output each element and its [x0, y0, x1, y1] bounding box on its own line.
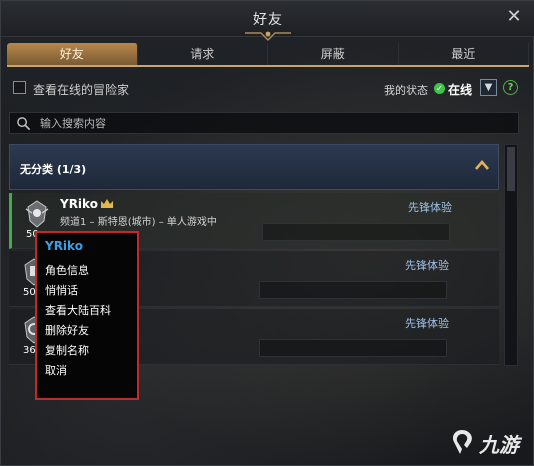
tab-requests[interactable]: 请求 — [138, 43, 268, 65]
friend-note-field[interactable] — [259, 281, 447, 299]
friend-context-menu: YRiko 角色信息 悄悄话 查看大陆百科 删除好友 复制名称 取消 — [35, 231, 139, 400]
friend-location: 频道1 – 斯特恩(城市) – 单人游戏中 — [60, 217, 217, 228]
help-icon[interactable]: ? — [503, 80, 518, 95]
friend-level: 36 — [23, 345, 36, 356]
friend-name: YRiko — [60, 197, 98, 211]
group-header[interactable]: 无分类 (1/3) — [9, 144, 499, 190]
search-box — [9, 112, 519, 134]
tab-friends[interactable]: 好友 — [7, 43, 138, 65]
online-only-checkbox[interactable] — [13, 81, 26, 94]
search-input[interactable] — [40, 115, 510, 132]
ornament-icon — [245, 31, 291, 41]
menu-item-copy-name[interactable]: 复制名称 — [45, 341, 111, 361]
friend-mode: 先锋体验 — [405, 317, 449, 330]
search-icon — [17, 117, 31, 131]
chevron-up-icon[interactable] — [474, 159, 490, 171]
friend-note-field[interactable] — [262, 223, 450, 241]
scroll-thumb[interactable] — [507, 147, 515, 191]
online-only-label: 查看在线的冒险家 — [33, 83, 130, 97]
context-menu-items: 角色信息 悄悄话 查看大陆百科 删除好友 复制名称 取消 — [45, 261, 111, 381]
scrollbar[interactable] — [504, 144, 518, 366]
menu-item-delete-friend[interactable]: 删除好友 — [45, 321, 111, 341]
tab-blocked[interactable]: 屏蔽 — [268, 43, 399, 65]
menu-item-character-info[interactable]: 角色信息 — [45, 261, 111, 281]
menu-item-view-encyclopedia[interactable]: 查看大陆百科 — [45, 301, 111, 321]
context-menu-title: YRiko — [45, 239, 83, 253]
window-title: 好友 — [253, 12, 283, 28]
friend-level: 50 — [23, 287, 36, 298]
title-bar: 好友 ✕ — [1, 1, 534, 41]
menu-item-whisper[interactable]: 悄悄话 — [45, 281, 111, 301]
status-dropdown-button[interactable]: ▼ — [480, 79, 497, 96]
group-title: 无分类 (1/3) — [20, 163, 87, 176]
tab-recent[interactable]: 最近 — [399, 43, 529, 65]
watermark: 九游 — [447, 425, 531, 461]
my-status-value: 在线 — [448, 83, 473, 97]
my-status-label: 我的状态 — [384, 84, 428, 97]
tab-bar: 好友 请求 屏蔽 最近 — [7, 43, 529, 67]
class-emblem-icon — [25, 200, 49, 228]
crown-icon — [101, 199, 113, 208]
menu-item-cancel[interactable]: 取消 — [45, 361, 111, 381]
watermark-logo-icon — [452, 430, 472, 454]
friend-mode: 先锋体验 — [408, 201, 452, 214]
friends-window: 好友 ✕ 好友 请求 屏蔽 最近 查看在线的冒险家 我的状态 ✓ 在线 ▼ ? … — [0, 0, 534, 466]
friend-mode: 先锋体验 — [405, 259, 449, 272]
watermark-text: 九游 — [479, 433, 519, 457]
friend-note-field[interactable] — [259, 339, 447, 357]
close-icon[interactable]: ✕ — [505, 8, 523, 26]
online-check-icon: ✓ — [434, 83, 445, 94]
chevron-down-icon: ▼ — [484, 82, 493, 93]
